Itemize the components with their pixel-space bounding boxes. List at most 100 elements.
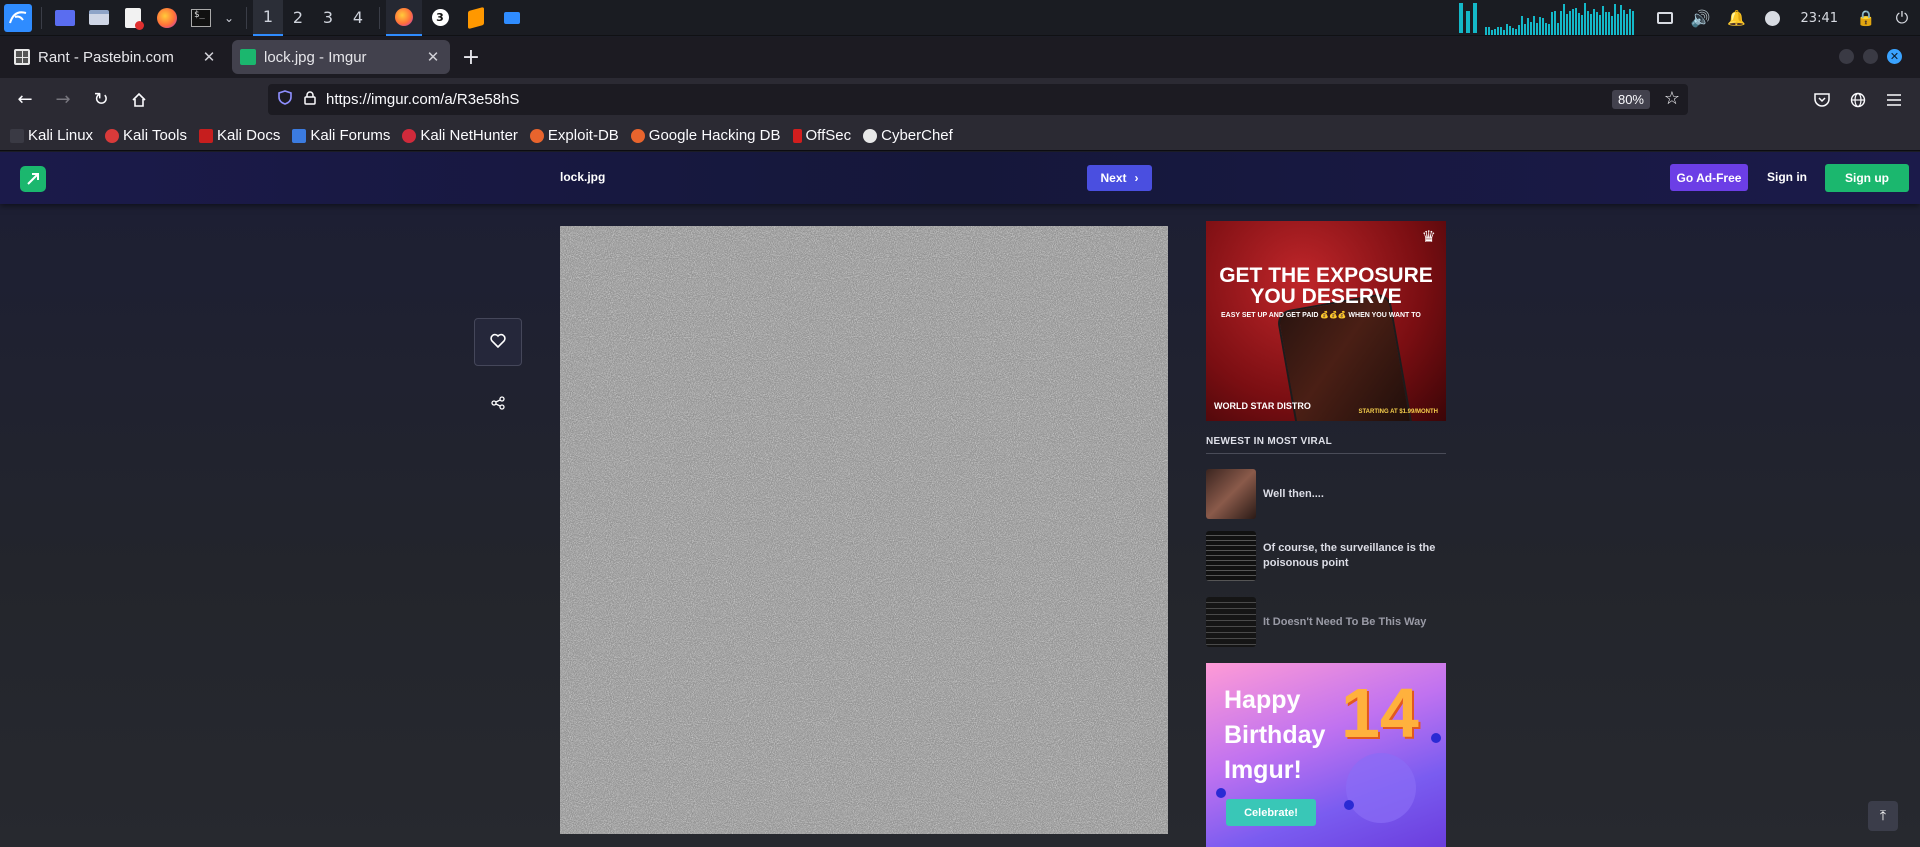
bookmark-kali-forums[interactable]: Kali Forums bbox=[292, 127, 390, 144]
show-desktop-icon[interactable] bbox=[51, 4, 79, 32]
ad-headline-2: YOU DESERVE bbox=[1250, 285, 1402, 308]
cyberchef-icon bbox=[863, 128, 878, 143]
scroll-to-top-button[interactable]: ⤒ bbox=[1868, 801, 1898, 831]
volume-icon[interactable]: 🔊 bbox=[1683, 0, 1719, 36]
workspace-3[interactable]: 3 bbox=[313, 0, 343, 36]
bookmark-exploit-db[interactable]: Exploit-DB bbox=[529, 127, 619, 144]
network-graph-bar bbox=[1484, 27, 1487, 35]
bookmark-cyberchef[interactable]: CyberChef bbox=[863, 127, 953, 144]
bookmark-kali-linux[interactable]: Kali Linux bbox=[10, 127, 93, 144]
imgur-logo-icon[interactable] bbox=[20, 166, 46, 192]
network-graph-bar bbox=[1487, 27, 1490, 35]
sublime-window-button[interactable] bbox=[458, 0, 494, 36]
sign-in-link[interactable]: Sign in bbox=[1767, 170, 1807, 184]
workspace-1[interactable]: 1 bbox=[253, 0, 283, 36]
power-icon[interactable]: ⏻ bbox=[1884, 0, 1920, 36]
close-tab-icon[interactable]: ✕ bbox=[200, 48, 218, 66]
url-bar[interactable]: https://imgur.com/a/R3e58hS 80% ☆ bbox=[268, 84, 1688, 115]
close-window-button[interactable]: ✕ bbox=[1887, 49, 1902, 64]
kali-menu-icon[interactable] bbox=[4, 3, 32, 32]
birthday-line-1: Happy bbox=[1224, 686, 1301, 714]
birthday-line-3: Imgur! bbox=[1224, 756, 1302, 784]
minimize-button[interactable] bbox=[1839, 49, 1854, 64]
forward-button[interactable]: → bbox=[47, 84, 79, 116]
viral-post-item[interactable]: Of course, the surveillance is the poiso… bbox=[1206, 531, 1446, 581]
bookmark-label: Kali Tools bbox=[123, 127, 187, 144]
workspace-4[interactable]: 4 bbox=[343, 0, 373, 36]
network-graph-bar bbox=[1517, 25, 1520, 35]
share-icon[interactable] bbox=[488, 393, 508, 413]
pocket-icon[interactable] bbox=[1804, 82, 1840, 118]
bookmark-label: Kali NetHunter bbox=[420, 127, 518, 144]
counter-badge-button[interactable]: 3 bbox=[422, 0, 458, 36]
kali-tools-icon bbox=[105, 128, 120, 143]
network-graph-bar bbox=[1538, 17, 1541, 35]
go-ad-free-button[interactable]: Go Ad-Free bbox=[1670, 164, 1748, 191]
globe-extension-icon[interactable] bbox=[1840, 82, 1876, 118]
bookmark-label: Google Hacking DB bbox=[648, 127, 781, 144]
favorite-button[interactable] bbox=[474, 318, 522, 366]
network-graph-bar bbox=[1592, 9, 1595, 35]
ghdb-icon bbox=[630, 128, 645, 143]
network-graph-bar bbox=[1520, 16, 1523, 35]
viral-post-item[interactable]: It Doesn't Need To Be This Way bbox=[1206, 597, 1446, 647]
file-manager-icon[interactable] bbox=[85, 4, 113, 32]
bookmark-offsec[interactable]: OffSec bbox=[792, 127, 851, 144]
viral-post-item[interactable]: Well then.... bbox=[1206, 469, 1446, 519]
tracking-shield-icon[interactable] bbox=[278, 90, 292, 109]
next-button[interactable]: Next › bbox=[1087, 165, 1152, 191]
terminal-icon[interactable]: $_ bbox=[187, 4, 215, 32]
exposure-ad[interactable]: ♛ GET THE EXPOSURE YOU DESERVE EASY SET … bbox=[1206, 221, 1446, 421]
network-graph-bar bbox=[1565, 14, 1568, 35]
url-text[interactable]: https://imgur.com/a/R3e58hS bbox=[326, 91, 519, 108]
crown-icon: ♛ bbox=[1421, 227, 1436, 246]
chevron-down-icon[interactable]: ⌄ bbox=[221, 4, 237, 32]
nethunter-icon bbox=[402, 128, 417, 143]
hamburger-menu-icon[interactable] bbox=[1876, 82, 1912, 118]
text-editor-icon[interactable] bbox=[119, 4, 147, 32]
viral-thumbnail bbox=[1206, 469, 1256, 519]
network-graph-bar bbox=[1553, 11, 1556, 35]
taskbar-separator bbox=[41, 6, 42, 29]
network-graph-bar bbox=[1613, 4, 1616, 35]
back-button[interactable]: ← bbox=[9, 84, 41, 116]
tab-pastebin[interactable]: Rant - Pastebin.com ✕ bbox=[6, 40, 226, 74]
balloon-decoration bbox=[1346, 753, 1416, 823]
update-icon[interactable] bbox=[1755, 0, 1791, 36]
firefox-window-button[interactable] bbox=[386, 0, 422, 36]
taskbar-separator bbox=[246, 6, 247, 29]
birthday-promo[interactable]: 14 Happy Birthday Imgur! Celebrate! bbox=[1206, 663, 1446, 847]
workspace-2[interactable]: 2 bbox=[283, 0, 313, 36]
firefox-launcher-icon[interactable] bbox=[153, 4, 181, 32]
viral-thumbnail bbox=[1206, 597, 1256, 647]
network-graph bbox=[1484, 1, 1635, 35]
viral-post-title: Of course, the surveillance is the poiso… bbox=[1263, 542, 1436, 569]
maximize-button[interactable] bbox=[1863, 49, 1878, 64]
bookmark-google-hacking-db[interactable]: Google Hacking DB bbox=[630, 127, 781, 144]
tab-imgur[interactable]: lock.jpg - Imgur ✕ bbox=[232, 40, 450, 74]
clock[interactable]: 23:41 bbox=[1791, 11, 1848, 26]
post-image-noise[interactable] bbox=[560, 226, 1168, 834]
bookmark-kali-nethunter[interactable]: Kali NetHunter bbox=[402, 127, 518, 144]
lock-screen-icon[interactable]: 🔒 bbox=[1848, 0, 1884, 36]
birthday-headline: Happy Birthday Imgur! bbox=[1224, 683, 1325, 788]
display-icon[interactable] bbox=[1647, 0, 1683, 36]
sign-up-button[interactable]: Sign up bbox=[1825, 164, 1909, 192]
close-tab-icon[interactable]: ✕ bbox=[424, 48, 442, 66]
network-graph-bar bbox=[1556, 23, 1559, 35]
network-graph-bar bbox=[1619, 5, 1622, 35]
bookmark-kali-tools[interactable]: Kali Tools bbox=[105, 127, 187, 144]
kali-docs-icon bbox=[198, 128, 213, 143]
bookmark-kali-docs[interactable]: Kali Docs bbox=[198, 127, 280, 144]
new-tab-button[interactable]: + bbox=[456, 42, 486, 72]
home-button[interactable] bbox=[123, 84, 155, 116]
app-window-button[interactable] bbox=[494, 0, 530, 36]
bookmark-star-icon[interactable]: ☆ bbox=[1664, 88, 1680, 109]
network-graph-bar bbox=[1628, 9, 1631, 35]
padlock-icon[interactable] bbox=[304, 90, 316, 109]
celebrate-button[interactable]: Celebrate! bbox=[1226, 799, 1316, 826]
notification-bell-icon[interactable]: 🔔 bbox=[1719, 0, 1755, 36]
reload-button[interactable]: ↻ bbox=[85, 84, 117, 116]
zoom-level-badge[interactable]: 80% bbox=[1611, 90, 1650, 109]
network-graph-bar bbox=[1496, 27, 1499, 35]
